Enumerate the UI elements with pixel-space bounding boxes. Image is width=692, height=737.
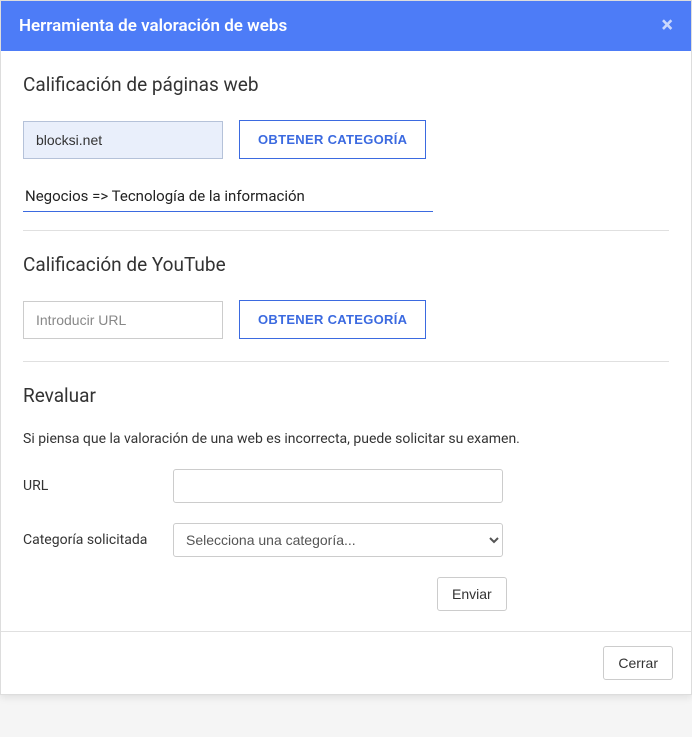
category-select[interactable]: Selecciona una categoría... xyxy=(173,523,503,557)
category-form-row: Categoría solicitada Selecciona una cate… xyxy=(23,523,669,557)
modal-footer: Cerrar xyxy=(1,631,691,694)
modal-title: Herramienta de valoración de webs xyxy=(19,16,287,36)
web-url-input[interactable] xyxy=(23,121,223,159)
revaluate-help-text: Si piensa que la valoración de una web e… xyxy=(23,431,669,447)
website-rating-modal: Herramienta de valoración de webs × Cali… xyxy=(0,0,692,695)
close-icon[interactable]: × xyxy=(661,15,673,37)
divider xyxy=(23,361,669,362)
modal-body: Calificación de páginas web OBTENER CATE… xyxy=(1,51,691,631)
revaluate-section: Revaluar Si piensa que la valoración de … xyxy=(23,384,669,611)
url-form-row: URL xyxy=(23,469,669,503)
youtube-url-input[interactable] xyxy=(23,301,223,339)
revaluate-url-input[interactable] xyxy=(173,469,503,503)
youtube-rating-section: Calificación de YouTube OBTENER CATEGORÍ… xyxy=(23,253,669,339)
modal-header: Herramienta de valoración de webs × xyxy=(1,1,691,51)
category-label: Categoría solicitada xyxy=(23,532,173,548)
url-label: URL xyxy=(23,478,173,494)
web-rating-input-row: OBTENER CATEGORÍA xyxy=(23,120,669,159)
divider xyxy=(23,230,669,231)
revaluate-title: Revaluar xyxy=(23,384,669,407)
submit-button[interactable]: Enviar xyxy=(437,577,507,611)
web-category-result: Negocios => Tecnología de la información xyxy=(23,181,433,212)
youtube-rating-title: Calificación de YouTube xyxy=(23,253,669,276)
close-button[interactable]: Cerrar xyxy=(603,646,673,680)
web-rating-title: Calificación de páginas web xyxy=(23,73,669,96)
youtube-get-category-button[interactable]: OBTENER CATEGORÍA xyxy=(239,300,426,339)
youtube-rating-input-row: OBTENER CATEGORÍA xyxy=(23,300,669,339)
submit-row: Enviar xyxy=(437,577,669,611)
web-rating-section: Calificación de páginas web OBTENER CATE… xyxy=(23,73,669,212)
web-get-category-button[interactable]: OBTENER CATEGORÍA xyxy=(239,120,426,159)
